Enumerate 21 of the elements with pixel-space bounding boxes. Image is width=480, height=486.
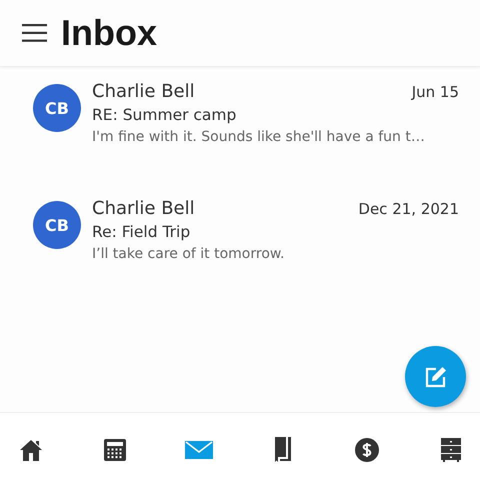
sender-name[interactable]: Charlie Bell xyxy=(92,198,195,219)
book-icon xyxy=(273,436,293,462)
message-subject[interactable]: Re: Field Trip xyxy=(92,223,459,241)
drawers-icon xyxy=(440,438,462,462)
compose-button[interactable] xyxy=(405,346,466,407)
menu-icon xyxy=(22,24,47,42)
avatar: CB xyxy=(33,84,81,132)
calculator-icon xyxy=(104,438,126,460)
message-date: Jun 15 xyxy=(412,83,459,101)
message-subject[interactable]: RE: Summer camp xyxy=(92,106,459,124)
dollar-icon xyxy=(355,438,379,462)
mail-icon xyxy=(185,440,213,458)
page-title: Inbox xyxy=(61,12,157,54)
message-preview[interactable]: I'm fine with it. Sounds like she'll have a fun t… xyxy=(92,129,459,145)
home-icon xyxy=(19,438,43,462)
sender-name[interactable]: Charlie Bell xyxy=(92,81,195,102)
menu-button[interactable] xyxy=(22,24,47,42)
avatar: CB xyxy=(33,201,81,249)
message-preview[interactable]: I’ll take care of it tomorrow. xyxy=(92,246,459,262)
message-date: Dec 21, 2021 xyxy=(358,200,459,218)
compose-icon xyxy=(424,366,446,388)
